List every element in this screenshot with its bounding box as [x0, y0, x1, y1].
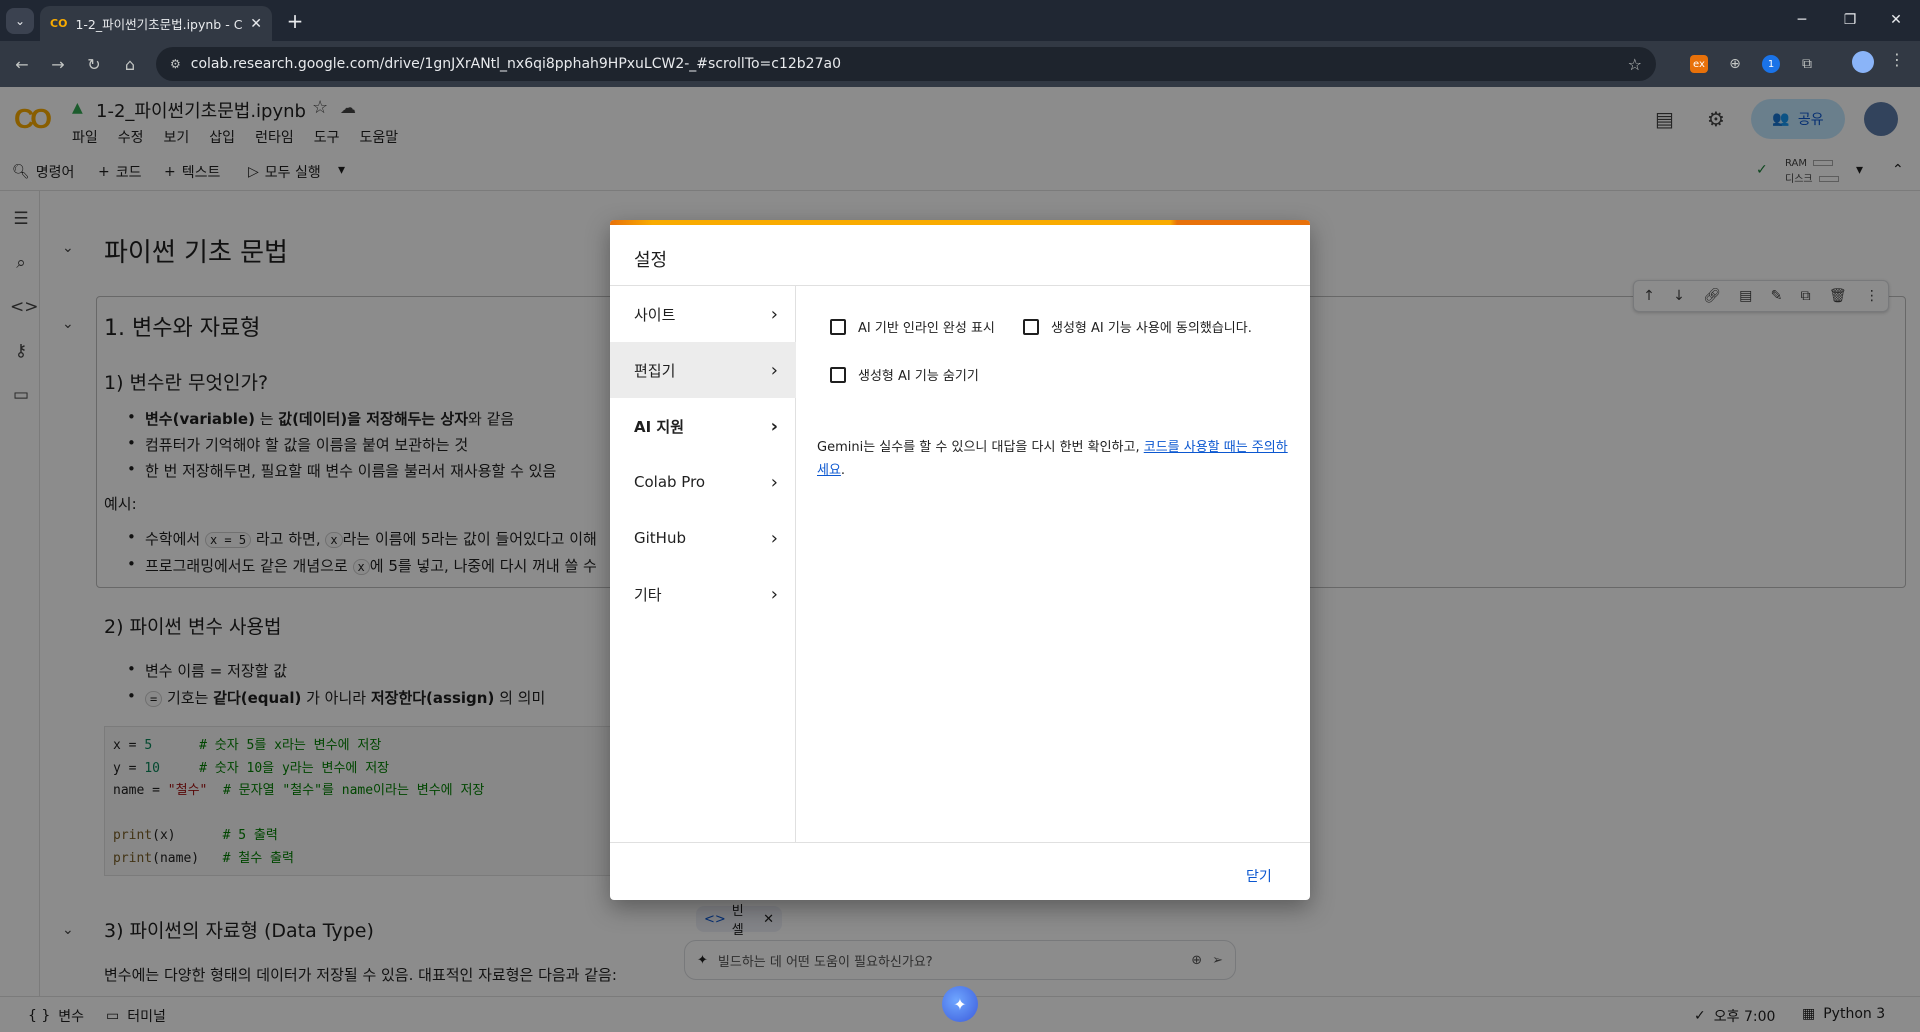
chevron-right-icon: › — [770, 471, 778, 493]
chevron-right-icon: › — [770, 303, 778, 325]
settings-nav-colab-pro[interactable]: Colab Pro › — [610, 454, 796, 510]
browser-profile-avatar[interactable] — [1852, 51, 1874, 73]
browser-menu-kebab-icon[interactable]: ⋮ — [1889, 50, 1905, 69]
site-info-icon[interactable]: ⚙ — [170, 57, 181, 71]
settings-panel: AI 기반 인라인 완성 표시 생성형 AI 기능 사용에 동의했습니다. 생성… — [797, 286, 1310, 842]
restore-window-icon[interactable]: ❐ — [1830, 6, 1870, 34]
chevron-right-icon: › — [770, 583, 778, 605]
option-ai-consent[interactable]: 생성형 AI 기능 사용에 동의했습니다. — [1023, 317, 1252, 336]
dialog-title: 설정 — [634, 250, 668, 271]
colab-favicon-icon: CO — [50, 17, 68, 30]
password-manager-icon[interactable]: 1 — [1762, 55, 1780, 73]
close-window-icon[interactable]: ✕ — [1876, 6, 1916, 34]
settings-nav-editor[interactable]: 편집기 › — [610, 342, 796, 398]
url-omnibox[interactable]: ⚙ colab.research.google.com/drive/1gnJXr… — [156, 47, 1656, 81]
gemini-disclaimer: Gemini는 실수를 할 수 있으니 대답을 다시 한번 확인하고, 코드를 … — [817, 436, 1297, 482]
nav-label: GitHub — [634, 529, 686, 547]
extension-icon-orange[interactable]: ex — [1690, 55, 1708, 73]
ai-consent-checkbox[interactable] — [1023, 318, 1039, 335]
option-hide-ai[interactable]: 생성형 AI 기능 숨기기 — [830, 365, 979, 384]
settings-nav-site[interactable]: 사이트 › — [610, 286, 796, 342]
nav-label: 기타 — [634, 585, 662, 604]
settings-dialog: 설정 사이트 › 편집기 › AI 지원 › Colab Pro › GitHu… — [610, 220, 1310, 900]
forward-arrow-icon[interactable]: → — [44, 50, 72, 78]
extensions-puzzle-icon[interactable]: ⧉ — [1798, 55, 1816, 73]
chevron-right-icon: › — [770, 359, 778, 381]
option-label: 생성형 AI 기능 숨기기 — [858, 369, 979, 384]
gemini-fab-spark-icon[interactable]: ✦ — [942, 986, 978, 1022]
browser-address-bar: ← → ↻ ⌂ ⚙ colab.research.google.com/driv… — [0, 41, 1920, 87]
translate-globe-icon[interactable]: ⊕ — [1726, 55, 1744, 73]
nav-label: AI 지원 — [634, 417, 685, 436]
nav-label: Colab Pro — [634, 473, 706, 491]
minimize-window-icon[interactable]: ─ — [1782, 6, 1822, 34]
tab-search-chevron-icon[interactable]: ⌄ — [6, 8, 34, 34]
url-text: colab.research.google.com/drive/1gnJXrAN… — [190, 56, 841, 72]
reload-icon[interactable]: ↻ — [80, 50, 108, 78]
chevron-right-icon: › — [770, 415, 778, 437]
chevron-right-icon: › — [770, 527, 778, 549]
nav-label: 편집기 — [634, 361, 676, 380]
nav-label: 사이트 — [634, 305, 676, 324]
tab-title: 1-2_파이썬기초문법.ipynb - Co — [75, 17, 243, 32]
back-arrow-icon[interactable]: ← — [8, 50, 36, 78]
hide-ai-checkbox[interactable] — [830, 366, 846, 383]
close-tab-icon[interactable]: ✕ — [250, 16, 262, 32]
settings-nav-ai-assist[interactable]: AI 지원 › — [610, 398, 796, 454]
home-icon[interactable]: ⌂ — [116, 50, 144, 78]
dialog-accent-bar — [610, 220, 1310, 225]
close-dialog-button[interactable]: 닫기 — [1246, 866, 1272, 886]
settings-nav-github[interactable]: GitHub › — [610, 510, 796, 566]
disclaimer-text: Gemini는 실수를 할 수 있으니 대답을 다시 한번 확인하고, — [817, 440, 1144, 455]
option-label: AI 기반 인라인 완성 표시 — [858, 321, 995, 336]
new-tab-plus-icon[interactable]: + — [282, 8, 308, 34]
option-inline-completion[interactable]: AI 기반 인라인 완성 표시 — [830, 317, 995, 336]
settings-nav: 사이트 › 편집기 › AI 지원 › Colab Pro › GitHub ›… — [610, 286, 796, 842]
bookmark-star-icon[interactable]: ☆ — [1628, 55, 1642, 74]
browser-tab-active[interactable]: CO 1-2_파이썬기초문법.ipynb - Co ✕ — [40, 6, 272, 41]
disclaimer-end: . — [840, 463, 846, 478]
browser-tab-bar: ⌄ CO 1-2_파이썬기초문법.ipynb - Co ✕ + ─ ❐ ✕ — [0, 0, 1920, 41]
inline-completion-checkbox[interactable] — [830, 318, 846, 335]
divider — [610, 842, 1310, 843]
option-label: 생성형 AI 기능 사용에 동의했습니다. — [1051, 321, 1252, 336]
settings-nav-misc[interactable]: 기타 › — [610, 566, 796, 622]
